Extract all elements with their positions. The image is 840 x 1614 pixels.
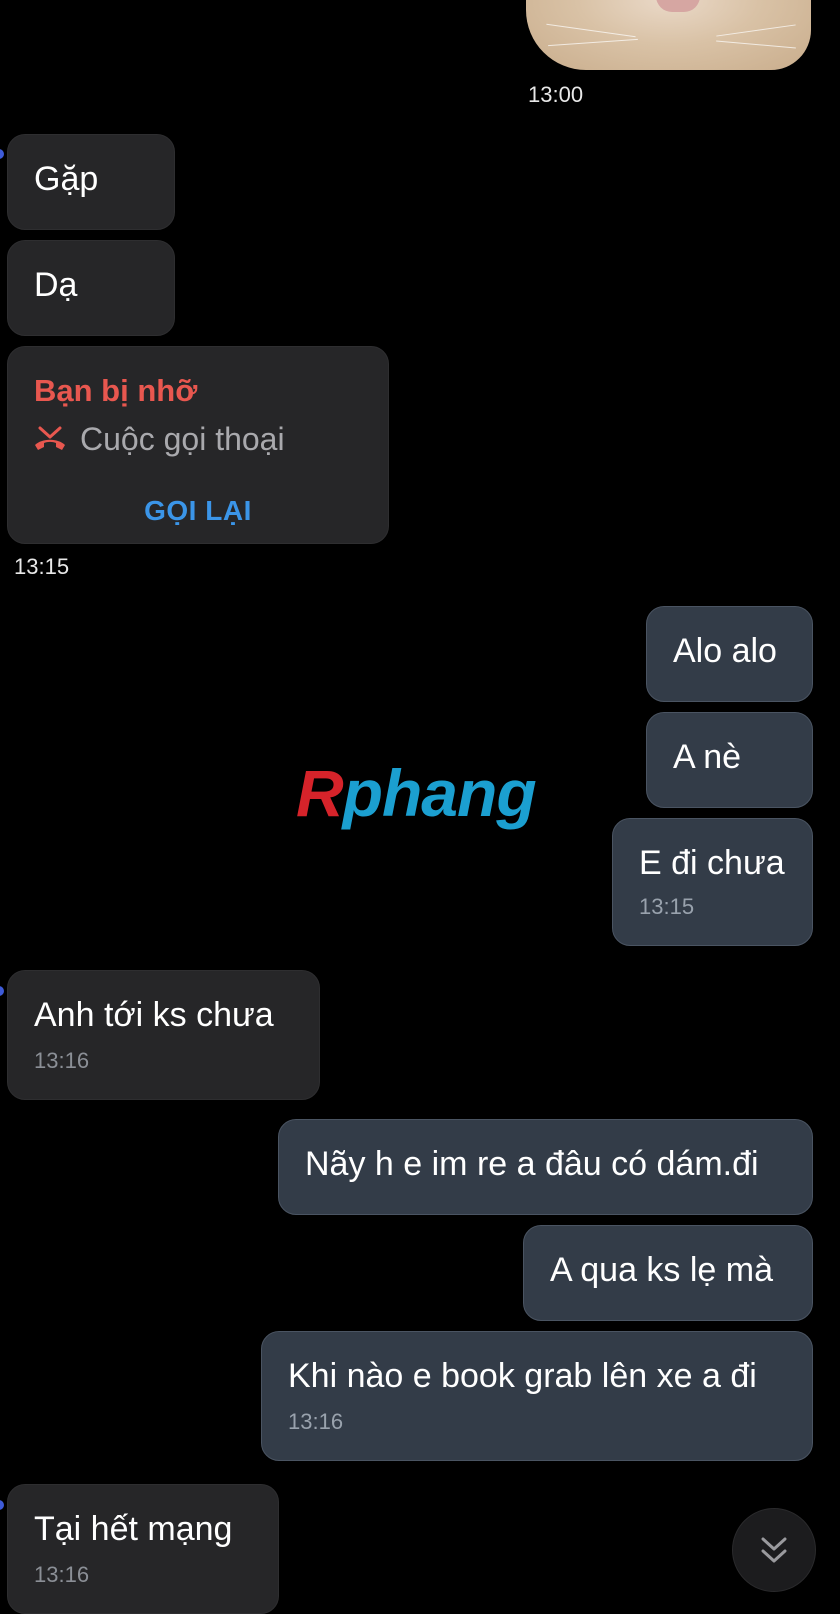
message-bubble-outgoing[interactable]: Khi nào e book grab lên xe a đi 13:16 [261, 1331, 813, 1461]
watermark-text: phang [342, 756, 537, 830]
watermark-letter: R [296, 756, 344, 830]
message-text: Gặp [34, 160, 99, 198]
watermark-logo: Rphang [296, 755, 537, 831]
message-timestamp: 13:16 [34, 1562, 90, 1587]
message-text: Nãy h e im re a đâu có dám.đi [305, 1145, 759, 1183]
sticker-image[interactable] [526, 0, 811, 70]
message-text: E đi chưa [639, 844, 785, 882]
sender-avatar-edge [0, 1500, 4, 1510]
message-text: A nè [673, 738, 742, 776]
message-bubble-incoming[interactable]: Tại hết mạng 13:16 [7, 1484, 279, 1614]
sticker-whisker [716, 24, 796, 37]
message-bubble-incoming[interactable]: Gặp [7, 134, 175, 230]
message-bubble-incoming[interactable]: Dạ [7, 240, 175, 336]
sticker-whisker [548, 38, 638, 47]
scroll-to-bottom-button[interactable] [732, 1508, 816, 1592]
chevron-double-down-icon [761, 1537, 787, 1563]
sticker-whisker [546, 23, 636, 38]
message-text: Khi nào e book grab lên xe a đi [288, 1357, 757, 1395]
message-bubble-outgoing[interactable]: Alo alo [646, 606, 813, 702]
missed-call-icon [35, 426, 65, 450]
missed-call-title: Bạn bị nhỡ [34, 373, 198, 408]
sticker-nose [656, 0, 700, 12]
message-text: Anh tới ks chưa [34, 996, 274, 1034]
message-text: Alo alo [673, 632, 777, 670]
message-bubble-outgoing[interactable]: E đi chưa 13:15 [612, 818, 813, 946]
message-bubble-incoming[interactable]: Anh tới ks chưa 13:16 [7, 970, 320, 1100]
sender-avatar-edge [0, 149, 4, 159]
message-timestamp: 13:15 [639, 894, 695, 919]
message-timestamp: 13:16 [288, 1409, 344, 1434]
message-bubble-outgoing[interactable]: Nãy h e im re a đâu có dám.đi [278, 1119, 813, 1215]
message-timestamp: 13:16 [34, 1048, 90, 1073]
message-bubble-outgoing[interactable]: A nè [646, 712, 813, 808]
call-back-button[interactable]: GỌI LẠI [8, 491, 388, 531]
missed-call-subtitle: Cuộc gọi thoại [80, 421, 285, 457]
message-text: Dạ [34, 266, 78, 304]
sticker-timestamp: 13:00 [522, 80, 590, 110]
sticker-whisker [716, 40, 796, 49]
message-text: Tại hết mạng [34, 1510, 233, 1548]
missed-call-timestamp: 13:15 [8, 552, 76, 582]
sender-avatar-edge [0, 986, 4, 996]
message-text: A qua ks lẹ mà [550, 1251, 774, 1289]
message-bubble-outgoing[interactable]: A qua ks lẹ mà [523, 1225, 813, 1321]
missed-call-card[interactable]: Bạn bị nhỡ Cuộc gọi thoại GỌI LẠI [7, 346, 389, 544]
